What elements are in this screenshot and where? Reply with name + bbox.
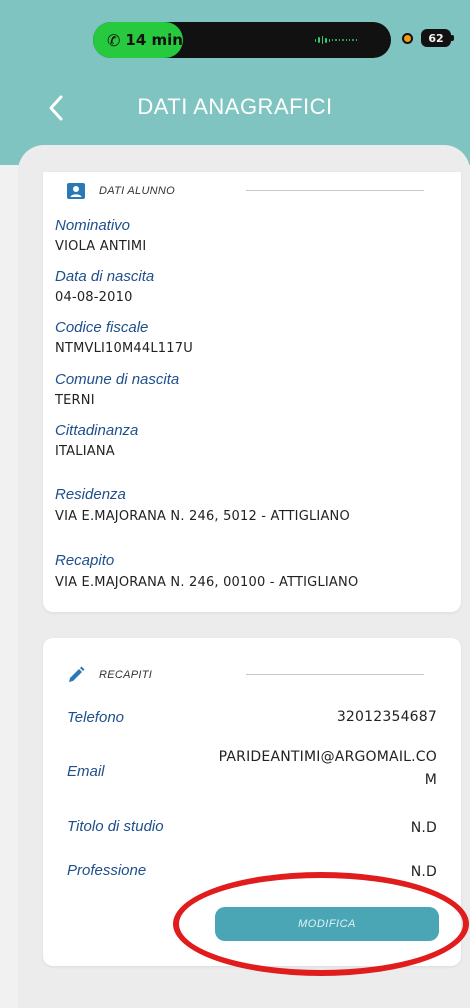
field-label-residence: Residenza	[55, 486, 126, 503]
contacts-section-heading: RECAPITI	[67, 666, 152, 684]
row-label-education: Titolo di studio	[67, 818, 164, 835]
phone-icon: ✆	[107, 30, 121, 50]
student-card: DATI ALUNNO Nominativo VIOLA ANTIMI Data…	[43, 172, 461, 612]
field-value-birth-town: TERNI	[55, 393, 95, 408]
call-duration: 14 min	[125, 31, 183, 49]
audio-wave-icon	[315, 36, 358, 44]
contacts-heading-label: RECAPITI	[99, 669, 153, 681]
section-divider	[246, 190, 424, 191]
field-value-residence: VIA E.MAJORANA N. 246, 5012 - ATTIGLIANO	[55, 509, 350, 524]
field-label-citizenship: Cittadinanza	[55, 422, 139, 439]
battery-level: 62	[428, 31, 444, 45]
person-card-icon	[67, 182, 85, 200]
battery-icon: 62	[421, 29, 454, 47]
row-label-email: Email	[67, 763, 105, 780]
modify-button[interactable]: MODIFICA	[215, 907, 439, 941]
field-value-fiscal-code: NTMVLI10M44L117U	[55, 341, 193, 356]
row-value-profession: N.D	[410, 864, 437, 880]
dynamic-island[interactable]: ✆ 14 min	[93, 22, 391, 58]
field-label-birthdate: Data di nascita	[55, 268, 155, 285]
row-value-education: N.D	[410, 820, 437, 836]
field-value-nominativo: VIOLA ANTIMI	[55, 239, 147, 254]
pencil-icon	[67, 666, 85, 684]
student-section-heading: DATI ALUNNO	[67, 182, 175, 200]
header-bar: ✆ 14 min 62 DATI ANAGRAFICI	[0, 0, 470, 165]
field-value-address: VIA E.MAJORANA N. 246, 00100 - ATTIGLIAN…	[55, 575, 359, 590]
field-label-address: Recapito	[55, 552, 115, 569]
call-indicator[interactable]: ✆ 14 min	[93, 22, 183, 58]
row-label-profession: Professione	[67, 862, 147, 879]
row-label-phone: Telefono	[67, 709, 124, 726]
row-value-phone: 32012354687	[336, 709, 437, 725]
camera-indicator-icon	[402, 33, 413, 44]
field-label-nominativo: Nominativo	[55, 217, 131, 234]
section-divider	[246, 674, 424, 675]
field-label-birth-town: Comune di nascita	[55, 371, 180, 388]
field-value-birthdate: 04-08-2010	[55, 290, 133, 305]
field-value-citizenship: ITALIANA	[55, 444, 115, 459]
student-heading-label: DATI ALUNNO	[99, 185, 176, 197]
row-value-email: PARIDEANTIMI@ARGOMAIL.CO M	[218, 749, 437, 788]
page-title: DATI ANAGRAFICI	[137, 94, 333, 119]
field-label-fiscal-code: Codice fiscale	[55, 319, 149, 336]
